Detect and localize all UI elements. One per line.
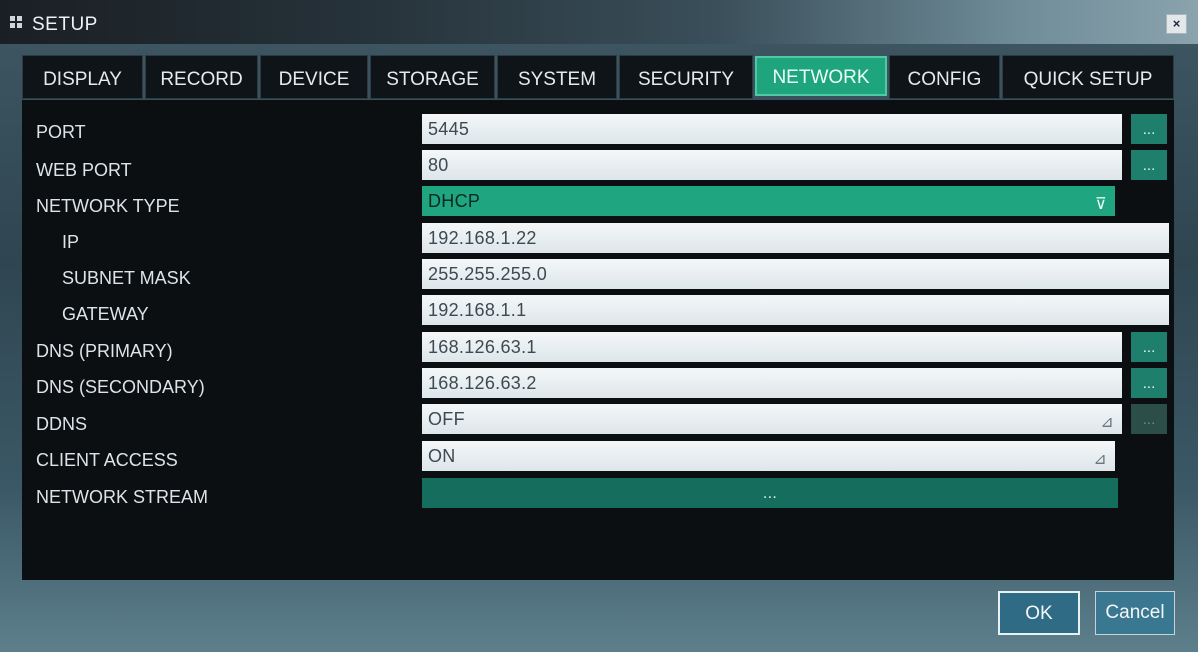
dns-primary-label: DNS (PRIMARY) bbox=[36, 341, 173, 361]
dropdown-arrow-icon: ⊿ bbox=[1100, 414, 1114, 431]
dns-primary-more-button[interactable]: ... bbox=[1131, 332, 1167, 362]
tab-storage[interactable]: STORAGE bbox=[370, 55, 495, 99]
dns-secondary-field[interactable]: 168.126.63.2 bbox=[422, 368, 1122, 398]
tab-strip: DISPLAY RECORD DEVICE STORAGE SYSTEM SEC… bbox=[22, 55, 1174, 99]
network-settings-panel: PORT 5445 ... WEB PORT 80 ... NETWORK TY… bbox=[22, 100, 1174, 580]
dropdown-arrow-icon: ⊽ bbox=[1094, 196, 1107, 213]
tab-security[interactable]: SECURITY bbox=[619, 55, 753, 99]
tab-device[interactable]: DEVICE bbox=[260, 55, 368, 99]
dns-secondary-label: DNS (SECONDARY) bbox=[36, 377, 205, 397]
dns-primary-field[interactable]: 168.126.63.1 bbox=[422, 332, 1122, 362]
port-more-button[interactable]: ... bbox=[1131, 114, 1167, 144]
network-type-select[interactable]: DHCP ⊽ bbox=[422, 186, 1115, 216]
title-bar: SETUP × bbox=[0, 0, 1198, 44]
web-port-field[interactable]: 80 bbox=[422, 150, 1122, 180]
web-port-label: WEB PORT bbox=[36, 160, 132, 180]
client-access-select[interactable]: ON ⊿ bbox=[422, 441, 1115, 471]
close-icon[interactable]: × bbox=[1166, 14, 1187, 34]
network-type-label: NETWORK TYPE bbox=[36, 196, 180, 216]
client-access-value: ON bbox=[428, 446, 456, 466]
client-access-label: CLIENT ACCESS bbox=[36, 450, 178, 470]
subnet-mask-field[interactable]: 255.255.255.0 bbox=[422, 259, 1169, 289]
port-label: PORT bbox=[36, 122, 86, 142]
tab-network[interactable]: NETWORK bbox=[755, 56, 887, 96]
ip-label: IP bbox=[62, 232, 80, 252]
ddns-value: OFF bbox=[428, 409, 465, 429]
ddns-label: DDNS bbox=[36, 414, 88, 434]
dropdown-arrow-icon: ⊿ bbox=[1093, 451, 1107, 468]
network-stream-label: NETWORK STREAM bbox=[36, 487, 209, 507]
port-field[interactable]: 5445 bbox=[422, 114, 1122, 144]
setup-window: SETUP × DISPLAY RECORD DEVICE STORAGE SY… bbox=[0, 0, 1198, 652]
network-type-value: DHCP bbox=[428, 191, 481, 211]
subnet-mask-label: SUBNET MASK bbox=[62, 268, 191, 288]
setup-grid-icon bbox=[10, 16, 28, 30]
tab-display[interactable]: DISPLAY bbox=[22, 55, 143, 99]
tab-quick-setup[interactable]: QUICK SETUP bbox=[1002, 55, 1174, 99]
web-port-more-button[interactable]: ... bbox=[1131, 150, 1167, 180]
ok-button[interactable]: OK bbox=[998, 591, 1080, 635]
network-stream-button[interactable]: ... bbox=[422, 478, 1118, 508]
ddns-more-button[interactable]: ... bbox=[1131, 404, 1167, 434]
ip-field[interactable]: 192.168.1.22 bbox=[422, 223, 1169, 253]
gateway-label: GATEWAY bbox=[62, 304, 149, 324]
tab-config[interactable]: CONFIG bbox=[889, 55, 1000, 99]
gateway-field[interactable]: 192.168.1.1 bbox=[422, 295, 1169, 325]
window-title: SETUP bbox=[32, 14, 98, 35]
cancel-button[interactable]: Cancel bbox=[1095, 591, 1175, 635]
ddns-select[interactable]: OFF ⊿ bbox=[422, 404, 1122, 434]
tab-system[interactable]: SYSTEM bbox=[497, 55, 617, 99]
tab-record[interactable]: RECORD bbox=[145, 55, 258, 99]
dns-secondary-more-button[interactable]: ... bbox=[1131, 368, 1167, 398]
